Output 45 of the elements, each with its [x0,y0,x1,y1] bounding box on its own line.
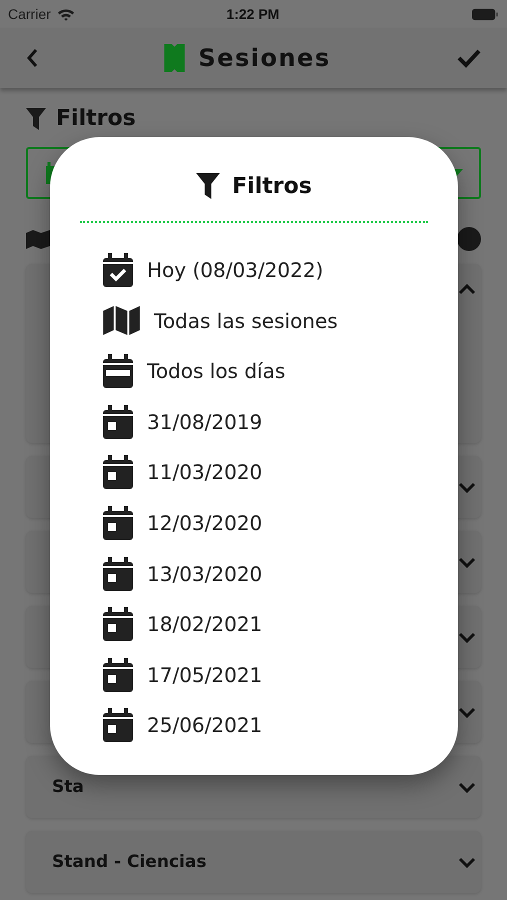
ticket-icon [164,44,186,72]
filter-option[interactable]: 18/02/2021 [103,607,458,642]
filter-option[interactable]: 13/03/2020 [103,556,458,591]
map-icon [103,306,140,336]
dialog-title: Filtros [232,174,312,198]
session-card[interactable]: Stand - Ciencias [26,831,481,893]
card-title: Sta [52,777,84,797]
calendar-icon [103,354,133,388]
filter-icon [26,108,46,130]
calendar-day-icon [103,404,133,439]
calendar-day-icon [103,708,133,742]
option-label: 18/02/2021 [147,612,262,636]
option-label: 11/03/2020 [147,460,262,484]
option-label: 13/03/2020 [147,562,262,586]
option-label: Todas las sesiones [154,308,338,333]
calendar-day-icon [103,506,133,540]
filter-option[interactable]: 12/03/2020 [103,506,458,540]
filter-icon [196,173,220,199]
carrier-name: Carrier [8,6,51,22]
option-label: Hoy (08/03/2022) [147,258,324,282]
calendar-check-icon [103,253,133,287]
calendar-day-icon [103,607,133,642]
check-icon[interactable] [457,48,481,68]
filter-option[interactable]: Todos los días [103,354,458,388]
filter-option[interactable]: 25/06/2021 [103,708,458,742]
status-time: 1:22 PM [225,6,280,22]
calendar-day-icon [103,455,133,490]
back-icon[interactable] [26,48,38,68]
filter-option[interactable]: 17/05/2021 [103,658,458,692]
filter-option[interactable]: 11/03/2020 [103,455,458,490]
calendar-day-icon [103,556,133,591]
option-label: 31/08/2019 [147,410,262,434]
card-title: Stand - Ciencias [52,852,206,872]
wifi-icon [56,8,75,20]
page-title: Sesiones [198,44,331,72]
filter-option[interactable]: 31/08/2019 [103,404,458,439]
option-label: 17/05/2021 [147,662,262,687]
option-label: Todos los días [147,359,286,384]
filter-option[interactable]: Todas las sesiones [103,304,458,338]
battery-icon [471,8,499,20]
calendar-day-icon [103,658,133,692]
option-label: 12/03/2020 [147,510,262,535]
filters-heading: Filtros [56,106,136,131]
option-label: 25/06/2021 [147,713,262,738]
filter-option[interactable]: Hoy (08/03/2022) [103,253,458,287]
